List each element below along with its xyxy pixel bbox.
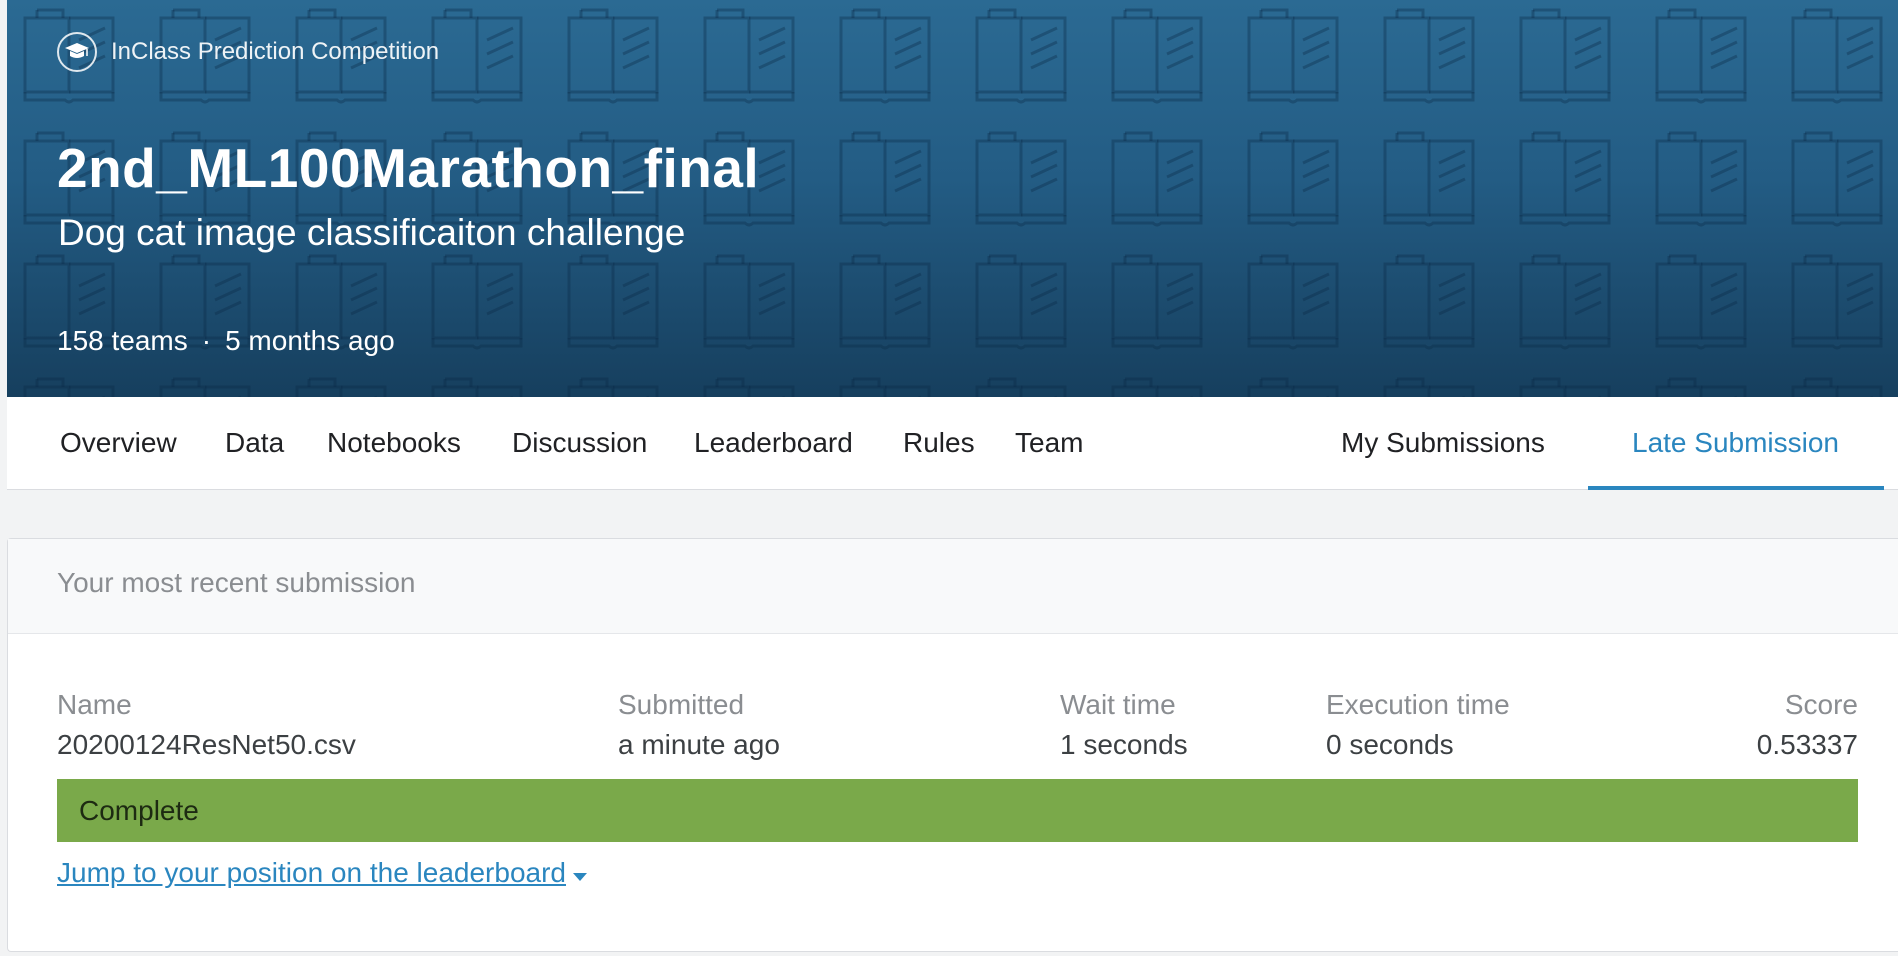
competition-tabs: Overview Data Notebooks Discussion Leade…	[7, 397, 1898, 490]
name-column: Name 20200124ResNet50.csv	[57, 685, 356, 765]
score-column: Score 0.53337	[1757, 685, 1858, 765]
execution-time-value: 0 seconds	[1326, 729, 1454, 760]
submitted-label: Submitted	[618, 689, 745, 720]
competition-meta: 158 teams · 5 months ago	[57, 325, 395, 357]
competition-type: InClass Prediction Competition	[57, 30, 439, 74]
submitted-column: Submitted a minute ago	[618, 685, 780, 765]
teams-count: 158 teams	[57, 325, 188, 356]
jump-link-label: Jump to your position on the leaderboard	[57, 857, 566, 888]
status-bar: Complete	[57, 779, 1858, 842]
card-header: Your most recent submission	[8, 539, 1898, 634]
score-label: Score	[1784, 689, 1858, 720]
status-text: Complete	[79, 795, 199, 826]
wait-time-column: Wait time 1 seconds	[1060, 685, 1188, 765]
tab-my-submissions[interactable]: My Submissions	[1341, 397, 1545, 489]
competition-age: 5 months ago	[225, 325, 395, 356]
score-value: 0.53337	[1756, 729, 1858, 760]
competition-subtitle: Dog cat image classificaiton challenge	[58, 212, 686, 253]
wait-time-value: 1 seconds	[1060, 729, 1188, 760]
card-title: Your most recent submission	[57, 567, 416, 598]
tab-notebooks[interactable]: Notebooks	[327, 397, 461, 489]
meta-separator: ·	[201, 325, 212, 356]
page: InClass Prediction Competition 2nd_ML100…	[0, 0, 1898, 956]
tab-rules[interactable]: Rules	[903, 397, 975, 489]
caret-down-icon	[572, 857, 588, 889]
submitted-value: a minute ago	[618, 729, 780, 760]
tab-data[interactable]: Data	[225, 397, 284, 489]
competition-type-label: InClass Prediction Competition	[111, 38, 440, 65]
tab-discussion[interactable]: Discussion	[512, 397, 647, 489]
graduation-cap-icon	[57, 32, 97, 72]
tab-late-submission[interactable]: Late Submission	[1588, 397, 1885, 490]
wait-time-label: Wait time	[1060, 689, 1176, 720]
name-value: 20200124ResNet50.csv	[57, 729, 356, 760]
jump-to-leaderboard-link[interactable]: Jump to your position on the leaderboard	[57, 857, 588, 889]
tab-leaderboard[interactable]: Leaderboard	[694, 397, 853, 489]
tab-team[interactable]: Team	[1015, 397, 1083, 489]
competition-title: 2nd_ML100Marathon_final	[57, 137, 760, 199]
competition-header: InClass Prediction Competition 2nd_ML100…	[7, 0, 1898, 397]
recent-submission-card: Your most recent submission Name 2020012…	[7, 538, 1898, 952]
name-label: Name	[57, 689, 132, 720]
tab-overview[interactable]: Overview	[60, 397, 177, 489]
execution-time-label: Execution time	[1326, 689, 1510, 720]
execution-time-column: Execution time 0 seconds	[1326, 685, 1510, 765]
